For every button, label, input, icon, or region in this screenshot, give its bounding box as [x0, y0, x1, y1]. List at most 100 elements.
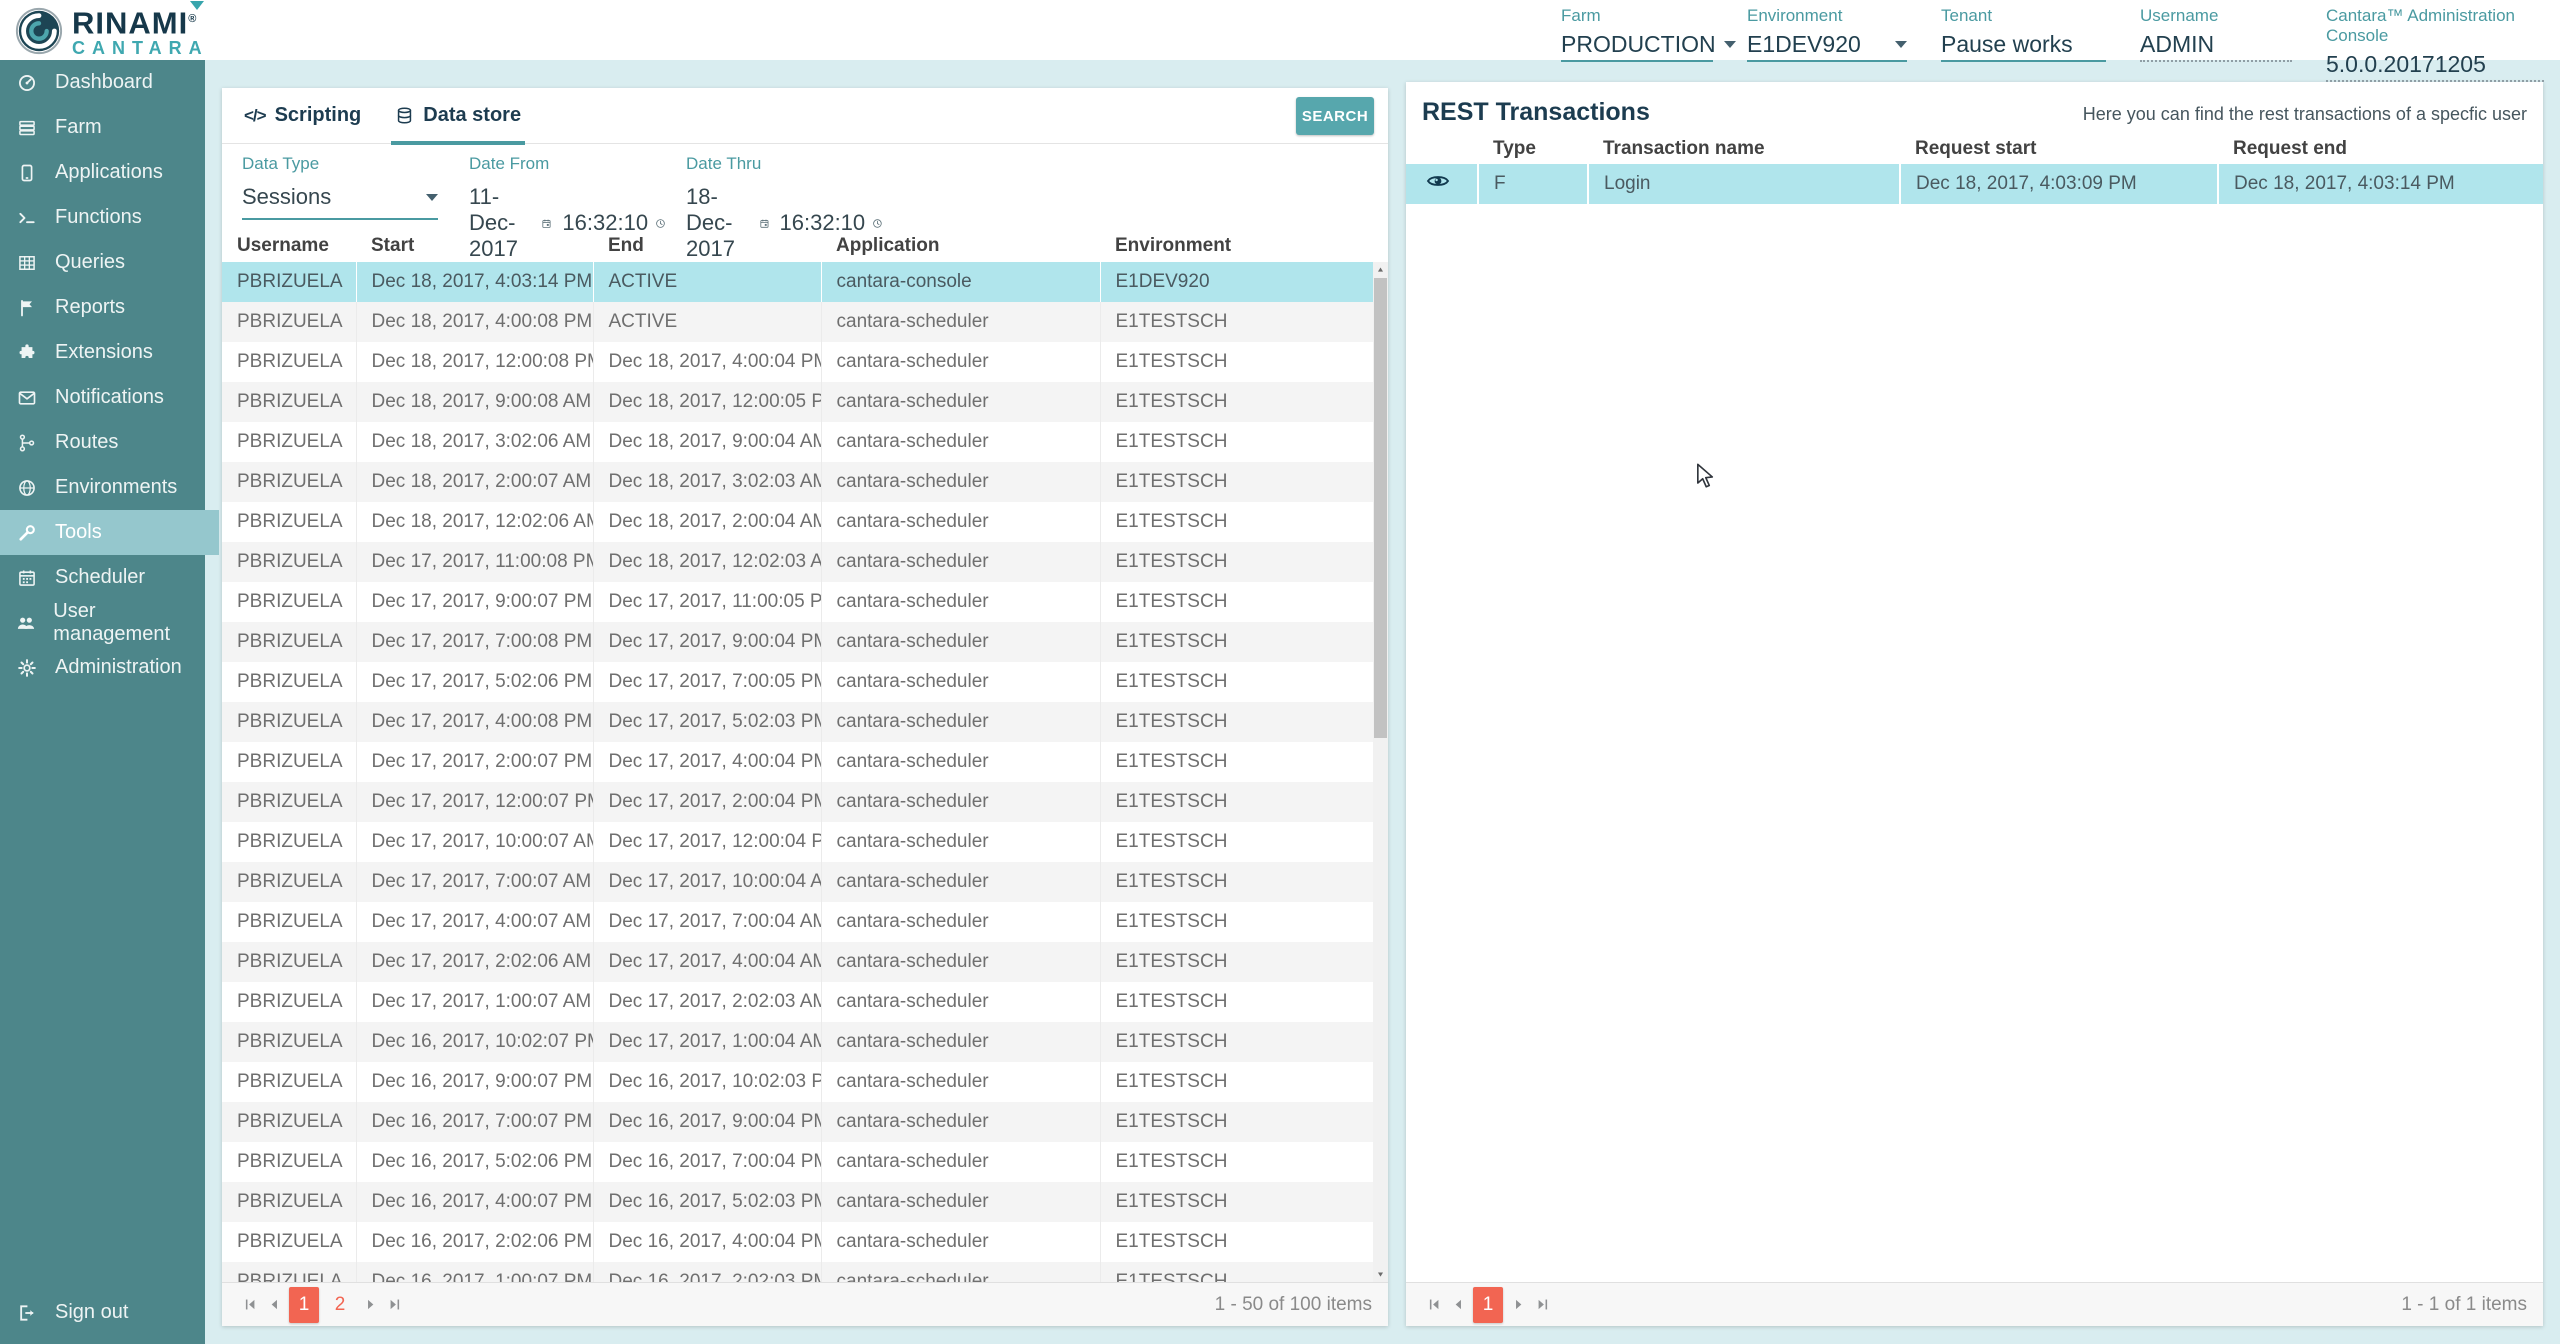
cell-environment: E1DEV920	[1100, 262, 1373, 302]
search-button[interactable]: SEARCH	[1296, 97, 1374, 135]
scroll-up-arrow-icon[interactable]	[1373, 262, 1388, 277]
sidebar-item-scheduler[interactable]: Scheduler	[0, 555, 205, 600]
page-2-button[interactable]: 2	[325, 1287, 355, 1323]
session-row[interactable]: PBRIZUELA Dec 18, 2017, 12:02:06 AM Dec …	[222, 502, 1373, 542]
sidebar-item-environments[interactable]: Environments	[0, 465, 205, 510]
session-row[interactable]: PBRIZUELA Dec 16, 2017, 5:02:06 PM Dec 1…	[222, 1142, 1373, 1182]
cell-environment: E1TESTSCH	[1100, 862, 1373, 902]
transaction-row[interactable]: F Login Dec 18, 2017, 4:03:09 PM Dec 18,…	[1406, 164, 2543, 204]
session-row[interactable]: PBRIZUELA Dec 18, 2017, 9:00:08 AM Dec 1…	[222, 382, 1373, 422]
session-row[interactable]: PBRIZUELA Dec 18, 2017, 4:03:14 PM ACTIV…	[222, 262, 1373, 302]
sidebar-item-notifications[interactable]: Notifications	[0, 375, 205, 420]
session-row[interactable]: PBRIZUELA Dec 17, 2017, 4:00:08 PM Dec 1…	[222, 702, 1373, 742]
previous-page-button[interactable]	[1446, 1293, 1470, 1317]
view-transaction-eye-icon[interactable]	[1426, 168, 1452, 194]
code-icon: </>	[244, 106, 266, 126]
environment-select[interactable]: Environment E1DEV920	[1747, 6, 1907, 82]
first-page-button[interactable]	[238, 1293, 262, 1317]
sidebar-item-reports[interactable]: Reports	[0, 285, 205, 330]
cell-start: Dec 18, 2017, 4:00:08 PM	[356, 302, 593, 342]
session-row[interactable]: PBRIZUELA Dec 17, 2017, 4:00:07 AM Dec 1…	[222, 902, 1373, 942]
session-row[interactable]: PBRIZUELA Dec 18, 2017, 4:00:08 PM ACTIV…	[222, 302, 1373, 342]
farm-select[interactable]: Farm PRODUCTION	[1561, 6, 1713, 82]
cell-username: PBRIZUELA	[222, 342, 356, 382]
rinami-cantara-logo: RINAMI® CANTARA	[14, 4, 209, 58]
cell-end: Dec 16, 2017, 5:02:03 PM	[593, 1182, 821, 1222]
sidebar-item-administration[interactable]: Administration	[0, 645, 205, 690]
cell-end: Dec 16, 2017, 2:02:03 PM	[593, 1262, 821, 1282]
session-row[interactable]: PBRIZUELA Dec 18, 2017, 3:02:06 AM Dec 1…	[222, 422, 1373, 462]
first-page-button[interactable]	[1422, 1293, 1446, 1317]
tenant-field[interactable]: Tenant Pause works	[1941, 6, 2106, 82]
clock-icon[interactable]	[872, 213, 883, 234]
scroll-down-arrow-icon[interactable]	[1373, 1267, 1388, 1282]
next-page-button[interactable]	[1506, 1293, 1530, 1317]
tab-scripting[interactable]: </> Scripting	[244, 88, 361, 144]
next-page-button[interactable]	[358, 1293, 382, 1317]
date-from-field[interactable]: Date From 11-Dec-2017 16:32:10	[469, 154, 666, 272]
tab-data-store[interactable]: Data store	[395, 88, 521, 144]
sidebar-item-farm[interactable]: Farm	[0, 105, 205, 150]
sidebar-item-queries[interactable]: Queries	[0, 240, 205, 285]
cell-end: Dec 18, 2017, 12:00:05 PM	[593, 382, 821, 422]
last-page-button[interactable]	[382, 1293, 406, 1317]
sidebar-item-extensions[interactable]: Extensions	[0, 330, 205, 375]
session-row[interactable]: PBRIZUELA Dec 16, 2017, 9:00:07 PM Dec 1…	[222, 1062, 1373, 1102]
database-icon	[395, 106, 414, 125]
cell-end: Dec 17, 2017, 4:00:04 AM	[593, 942, 821, 982]
session-row[interactable]: PBRIZUELA Dec 16, 2017, 1:00:07 PM Dec 1…	[222, 1262, 1373, 1282]
page-1-button[interactable]: 1	[289, 1287, 319, 1323]
clock-icon[interactable]	[655, 213, 666, 234]
cell-environment: E1TESTSCH	[1100, 1222, 1373, 1262]
calendar-icon[interactable]	[541, 213, 552, 234]
sidebar-item-routes[interactable]: Routes	[0, 420, 205, 465]
sidebar-item-user-management[interactable]: User management	[0, 600, 205, 645]
sidebar-item-applications[interactable]: Applications	[0, 150, 205, 195]
page-1-button[interactable]: 1	[1473, 1287, 1503, 1323]
scrollbar-thumb[interactable]	[1374, 278, 1387, 738]
session-row[interactable]: PBRIZUELA Dec 17, 2017, 5:02:06 PM Dec 1…	[222, 662, 1373, 702]
cell-application: cantara-scheduler	[821, 1102, 1100, 1142]
data-type-label: Data Type	[242, 154, 438, 174]
cell-end: Dec 16, 2017, 7:00:04 PM	[593, 1142, 821, 1182]
session-row[interactable]: PBRIZUELA Dec 17, 2017, 1:00:07 AM Dec 1…	[222, 982, 1373, 1022]
date-thru-field[interactable]: Date Thru 18-Dec-2017 16:32:10	[686, 154, 883, 272]
previous-page-button[interactable]	[262, 1293, 286, 1317]
cell-end: Dec 17, 2017, 11:00:05 PM	[593, 582, 821, 622]
cell-username: PBRIZUELA	[222, 1262, 356, 1282]
session-row[interactable]: PBRIZUELA Dec 17, 2017, 2:02:06 AM Dec 1…	[222, 942, 1373, 982]
sidebar-item-tools[interactable]: Tools	[0, 510, 219, 555]
signout-icon	[16, 1302, 38, 1324]
session-row[interactable]: PBRIZUELA Dec 16, 2017, 4:00:07 PM Dec 1…	[222, 1182, 1373, 1222]
session-row[interactable]: PBRIZUELA Dec 16, 2017, 7:00:07 PM Dec 1…	[222, 1102, 1373, 1142]
cell-application: cantara-scheduler	[821, 902, 1100, 942]
page-next-icon	[1510, 1296, 1527, 1313]
sidebar-item-sign-out[interactable]: Sign out	[0, 1290, 205, 1335]
vertical-scrollbar[interactable]	[1373, 262, 1388, 1282]
calendar-icon[interactable]	[759, 213, 770, 234]
session-row[interactable]: PBRIZUELA Dec 16, 2017, 10:02:07 PM Dec …	[222, 1022, 1373, 1062]
session-row[interactable]: PBRIZUELA Dec 17, 2017, 2:00:07 PM Dec 1…	[222, 742, 1373, 782]
data-type-select[interactable]: Data Type Sessions	[242, 154, 438, 220]
session-row[interactable]: PBRIZUELA Dec 17, 2017, 10:00:07 AM Dec …	[222, 822, 1373, 862]
session-row[interactable]: PBRIZUELA Dec 17, 2017, 7:00:08 PM Dec 1…	[222, 622, 1373, 662]
session-row[interactable]: PBRIZUELA Dec 17, 2017, 7:00:07 AM Dec 1…	[222, 862, 1373, 902]
session-row[interactable]: PBRIZUELA Dec 18, 2017, 12:00:08 PM Dec …	[222, 342, 1373, 382]
last-page-button[interactable]	[1530, 1293, 1554, 1317]
session-row[interactable]: PBRIZUELA Dec 17, 2017, 12:00:07 PM Dec …	[222, 782, 1373, 822]
cell-end: Dec 16, 2017, 10:02:03 PM	[593, 1062, 821, 1102]
cell-environment: E1TESTSCH	[1100, 622, 1373, 662]
administration-icon	[16, 657, 38, 679]
cell-application: cantara-scheduler	[821, 1142, 1100, 1182]
cell-environment: E1TESTSCH	[1100, 502, 1373, 542]
sidebar-item-dashboard[interactable]: Dashboard	[0, 60, 205, 105]
session-row[interactable]: PBRIZUELA Dec 17, 2017, 11:00:08 PM Dec …	[222, 542, 1373, 582]
sidebar-item-functions[interactable]: Functions	[0, 195, 205, 240]
cell-environment: E1TESTSCH	[1100, 582, 1373, 622]
cell-environment: E1TESTSCH	[1100, 902, 1373, 942]
cell-start: Dec 18, 2017, 2:00:07 AM	[356, 462, 593, 502]
page-first-icon	[1426, 1296, 1443, 1313]
session-row[interactable]: PBRIZUELA Dec 17, 2017, 9:00:07 PM Dec 1…	[222, 582, 1373, 622]
session-row[interactable]: PBRIZUELA Dec 18, 2017, 2:00:07 AM Dec 1…	[222, 462, 1373, 502]
session-row[interactable]: PBRIZUELA Dec 16, 2017, 2:02:06 PM Dec 1…	[222, 1222, 1373, 1262]
